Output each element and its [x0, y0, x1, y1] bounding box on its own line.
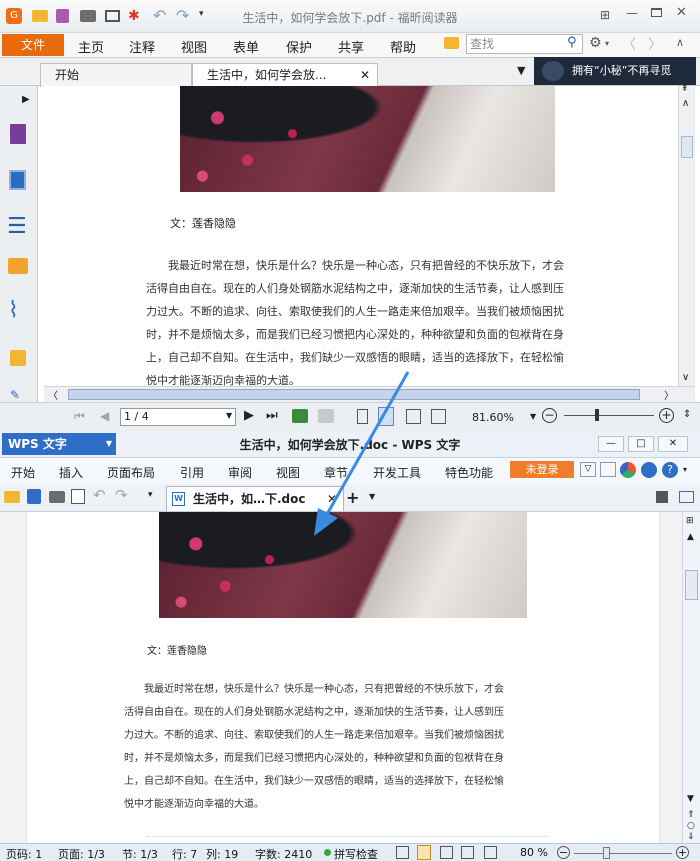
annotation-arrow — [314, 371, 410, 536]
annotation-arrow-line — [324, 371, 410, 517]
screenshot-root: G ✱ ↶ ↷ ▾ 生活中，如何学会放下.pdf - 福昕阅读器 ⊞ — ✕ 文… — [0, 0, 700, 861]
annotation-arrow-head — [314, 508, 338, 536]
